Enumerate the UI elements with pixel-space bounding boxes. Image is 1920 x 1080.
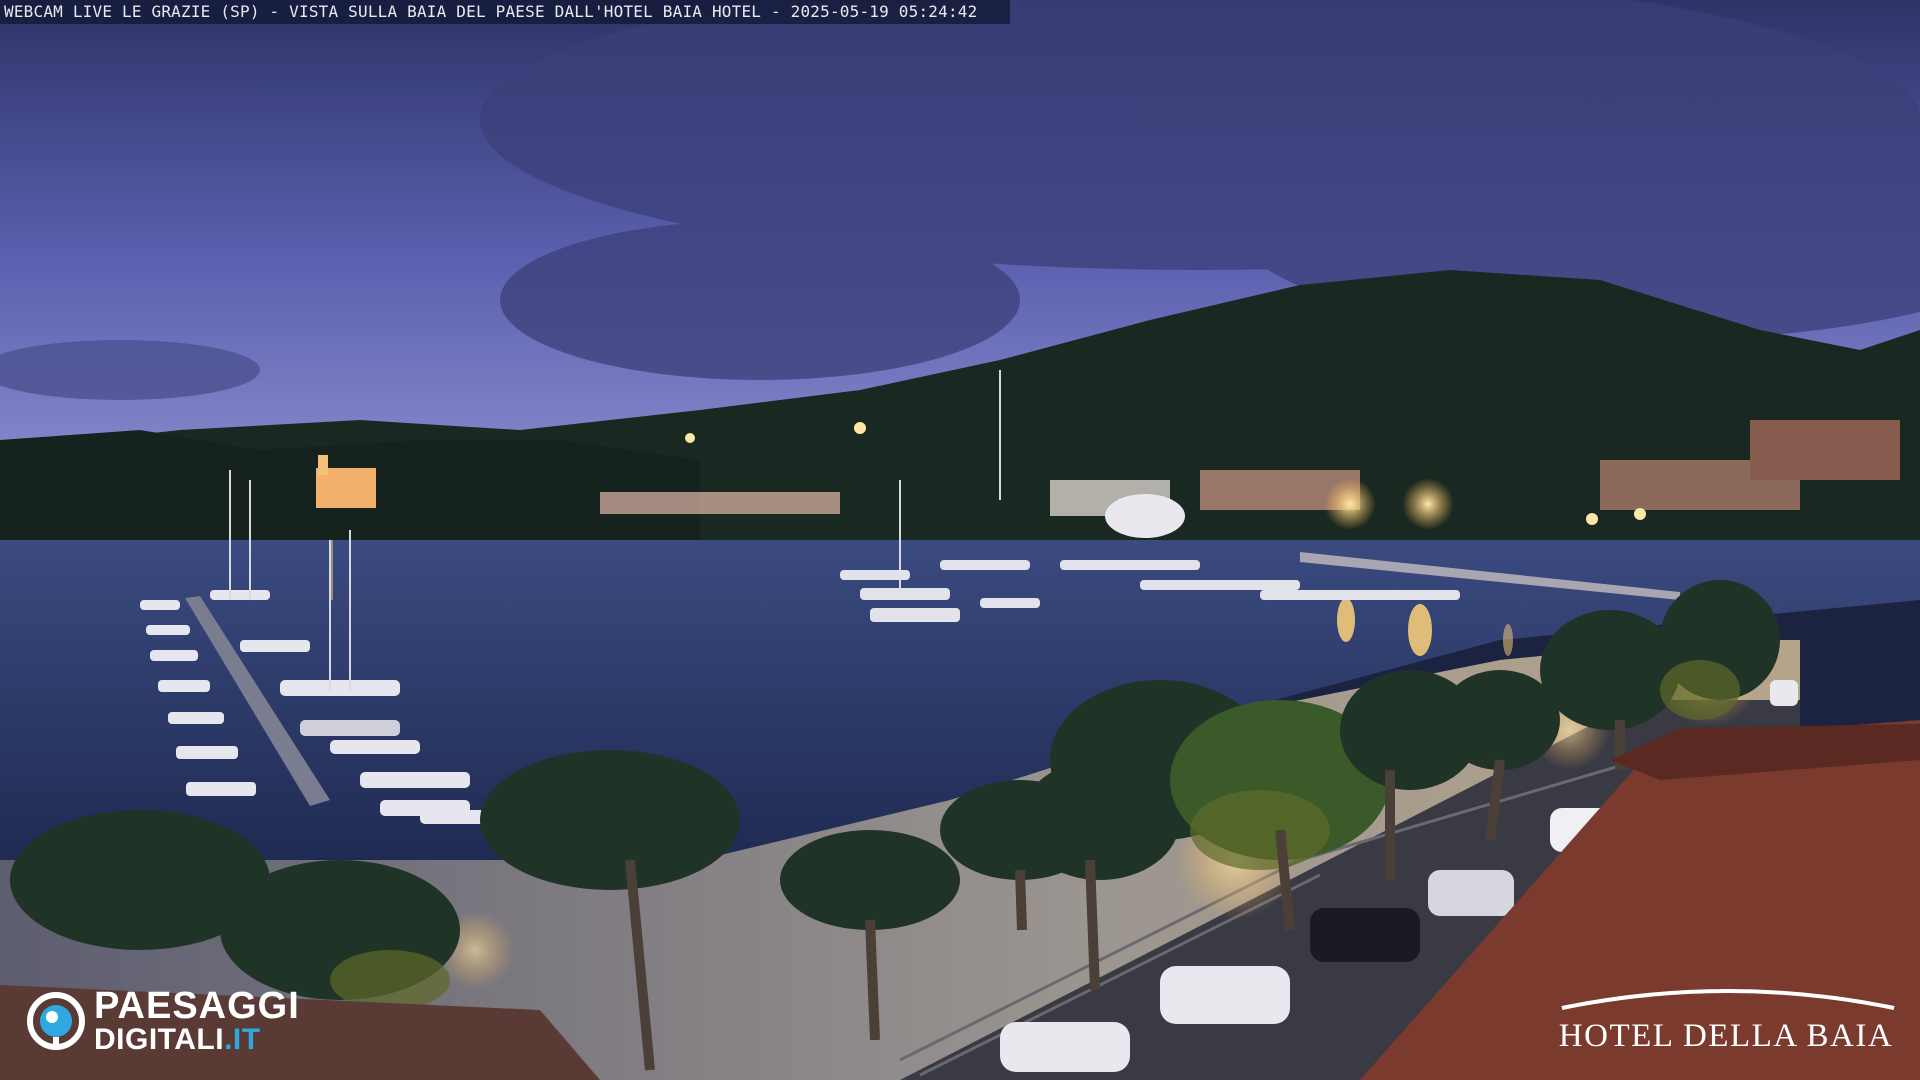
eye-logo-icon <box>27 992 85 1050</box>
hotel-della-baia-logo: HOTEL DELLA BAIA <box>1548 978 1904 1058</box>
webcam-scene <box>0 0 1920 1080</box>
logo-line-paesaggi: PAESAGGI <box>94 985 300 1027</box>
paesaggi-digitali-logo: PAESAGGI DIGITALI.IT <box>26 986 346 1056</box>
webcam-caption: WEBCAM LIVE LE GRAZIE (SP) - VISTA SULLA… <box>0 0 1010 24</box>
logo-digitali-text: DIGITALI <box>94 1023 225 1056</box>
logo-tld-text: .IT <box>224 1023 261 1056</box>
logo-line-digitali: DIGITALI.IT <box>94 1025 300 1055</box>
hotel-name: HOTEL DELLA BAIA <box>1558 1018 1894 1054</box>
arc-logo-icon <box>1561 989 1895 1010</box>
dome-building <box>1105 494 1185 538</box>
